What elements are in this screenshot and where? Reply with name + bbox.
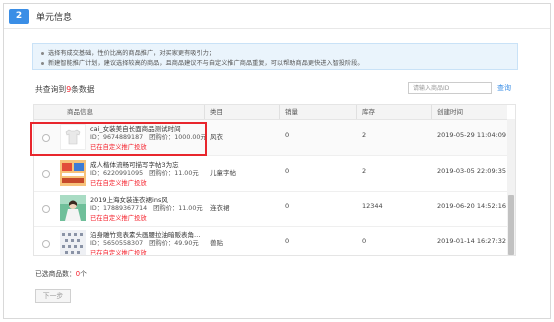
- stock-cell: 2: [362, 167, 367, 175]
- pattern-image-icon: [60, 230, 86, 255]
- stock-cell: 2: [362, 131, 367, 139]
- product-id-search-input[interactable]: 请输入商品ID: [408, 82, 492, 94]
- promo-status: 已在自定义推广投放: [90, 215, 147, 222]
- product-id: 17889367714: [103, 205, 148, 212]
- result-count: 共查询到9条数据: [35, 84, 95, 95]
- scrollbar-thumb[interactable]: [508, 195, 514, 255]
- promo-status: 已在自定义推广投放: [90, 250, 147, 256]
- id-label: ID：: [90, 205, 104, 212]
- category-cell: 兽贴: [210, 239, 223, 247]
- product-id-price: ID：5650558307 团购价：49.90元: [90, 238, 199, 247]
- product-price: 11.00元: [174, 170, 199, 177]
- dress-photo-icon: [60, 195, 86, 221]
- bullet-dot-icon: [41, 61, 44, 65]
- column-header-category: 类目: [210, 108, 223, 116]
- sales-cell: 0: [285, 237, 290, 245]
- column-header-created: 创建时间: [437, 108, 463, 116]
- product-thumbnail: [60, 160, 86, 186]
- promo-status: 已在自定义推广投放: [90, 180, 147, 187]
- created-time-cell: 2019-05-29 11:04:09: [437, 131, 507, 139]
- price-label: 团购价：: [149, 170, 175, 177]
- search-button[interactable]: 查询: [497, 82, 511, 94]
- column-divider: [204, 105, 205, 119]
- created-time-cell: 2019-03-05 22:09:35: [437, 167, 507, 175]
- created-time-cell: 2019-06-20 14:52:16: [437, 202, 507, 210]
- next-step-button[interactable]: 下一步: [35, 289, 71, 303]
- column-divider: [356, 105, 357, 119]
- column-divider: [279, 105, 280, 119]
- column-divider: [431, 105, 432, 119]
- section-title: 单元信息: [36, 13, 73, 23]
- bullet-dot-icon: [41, 51, 44, 55]
- table-row[interactable]: 沿身雕竹竞表素头画腰拉油暗贩表角… ID：5650558307 团购价：49.9…: [34, 226, 507, 256]
- column-header-sales: 销量: [285, 108, 298, 116]
- result-count-suffix: 条数据: [71, 85, 95, 94]
- product-id-price: ID：6220991095 团购价：11.00元: [90, 168, 199, 177]
- table-scrollbar[interactable]: [507, 119, 515, 255]
- product-thumbnail: [60, 230, 86, 255]
- tip-text: 新建智能推广计划，建议选择较高的商品，且商品建议不与自定义推广商品重复，可以帮助…: [48, 60, 364, 67]
- product-price: 11.00元: [178, 205, 203, 212]
- tip-line: 新建智能推广计划，建议选择较高的商品，且商品建议不与自定义推广商品重复，可以帮助…: [41, 58, 364, 67]
- result-count-prefix: 共查询到: [35, 85, 67, 94]
- category-cell: 风衣: [210, 133, 223, 141]
- product-id: 6220991095: [103, 170, 144, 177]
- column-header-stock: 库存: [362, 108, 375, 116]
- selected-count: 已选商品数：0个: [35, 268, 87, 278]
- copybook-image-icon: [60, 160, 86, 186]
- price-label: 团购价：: [149, 240, 175, 247]
- tip-line: 选择有成交基础，性价比高的商品推广，对买家更有吸引力；: [41, 48, 215, 57]
- row-select-radio[interactable]: [42, 240, 50, 248]
- price-label: 团购价：: [153, 205, 179, 212]
- selected-count-prefix: 已选商品数：: [35, 270, 76, 278]
- sales-cell: 0: [285, 131, 290, 139]
- created-time-cell: 2019-01-14 16:27:32: [437, 237, 507, 245]
- table-row[interactable]: 成人楷体流畅可描写字帖3为忘 ID：6220991095 团购价：11.00元 …: [34, 156, 507, 192]
- category-cell: 连衣裙: [210, 204, 230, 212]
- stock-cell: 0: [362, 237, 367, 245]
- product-id: 5650558307: [103, 240, 144, 247]
- product-price: 49.90元: [174, 240, 199, 247]
- tip-text: 选择有成交基础，性价比高的商品推广，对买家更有吸引力；: [48, 50, 216, 57]
- stock-cell: 12344: [362, 202, 383, 210]
- tips-notice: 选择有成交基础，性价比高的商品推广，对买家更有吸引力； 新建智能推广计划，建议选…: [32, 43, 518, 70]
- product-thumbnail: [60, 195, 86, 221]
- row-select-radio[interactable]: [42, 205, 50, 213]
- table-header: 商品信息 类目 销量 库存 创建时间: [34, 105, 507, 120]
- product-id-price: ID：17889367714 团购价：11.00元: [90, 203, 203, 212]
- id-label: ID：: [90, 170, 104, 177]
- table-row[interactable]: 2019上海女装连衣裙ins风 ID：17889367714 团购价：11.00…: [34, 191, 507, 227]
- sales-cell: 0: [285, 202, 290, 210]
- column-header-product: 商品信息: [67, 108, 93, 116]
- highlight-box: [30, 122, 207, 156]
- row-select-radio[interactable]: [42, 170, 50, 178]
- selected-count-suffix: 个: [80, 270, 87, 278]
- sales-cell: 0: [285, 167, 290, 175]
- category-cell: 儿童字帖: [210, 169, 236, 177]
- step-badge: 2: [9, 9, 29, 24]
- id-label: ID：: [90, 240, 104, 247]
- section-header: 2 单元信息: [4, 4, 550, 29]
